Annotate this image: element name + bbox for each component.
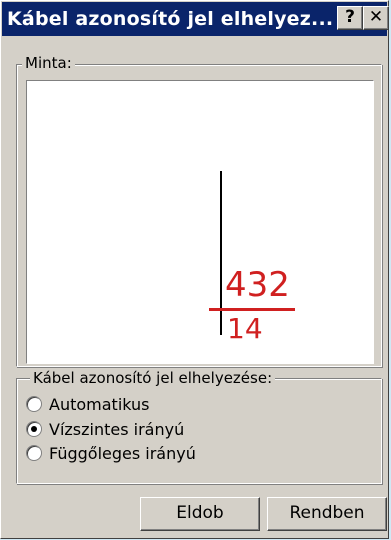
id-divider-line <box>209 308 295 311</box>
placement-group-label: Kábel azonosító jel elhelyezése: <box>30 369 276 387</box>
radio-horizontal[interactable]: Vízszintes irányú <box>26 418 184 440</box>
radio-automatic-circle[interactable] <box>26 396 42 412</box>
help-button[interactable]: ? <box>337 6 363 30</box>
radio-automatic[interactable]: Automatikus <box>26 393 150 415</box>
cable-id-top: 432 <box>225 265 290 305</box>
window-title: Kábel azonosító jel elhelyez... <box>7 8 334 30</box>
placement-group: Kábel azonosító jel elhelyezése: Automat… <box>16 369 382 484</box>
radio-horizontal-circle[interactable] <box>26 421 42 437</box>
radio-horizontal-label: Vízszintes irányú <box>49 419 185 439</box>
preview-canvas: 432 14 <box>26 80 374 364</box>
cable-id-bottom: 14 <box>227 312 263 345</box>
close-button[interactable]: ✕ <box>363 6 389 30</box>
discard-button[interactable]: Eldob <box>140 497 260 531</box>
radio-vertical[interactable]: Függőleges irányú <box>26 442 196 464</box>
preview-group: Minta: 432 14 <box>16 54 382 367</box>
preview-group-label: Minta: <box>22 54 75 72</box>
title-bar[interactable]: Kábel azonosító jel elhelyez... ? ✕ <box>2 2 389 36</box>
radio-automatic-label: Automatikus <box>49 394 150 414</box>
ok-button[interactable]: Rendben <box>267 497 387 531</box>
dialog-window: Kábel azonosító jel elhelyez... ? ✕ Mint… <box>0 0 389 539</box>
radio-vertical-circle[interactable] <box>26 445 42 461</box>
radio-vertical-label: Függőleges irányú <box>49 443 196 463</box>
